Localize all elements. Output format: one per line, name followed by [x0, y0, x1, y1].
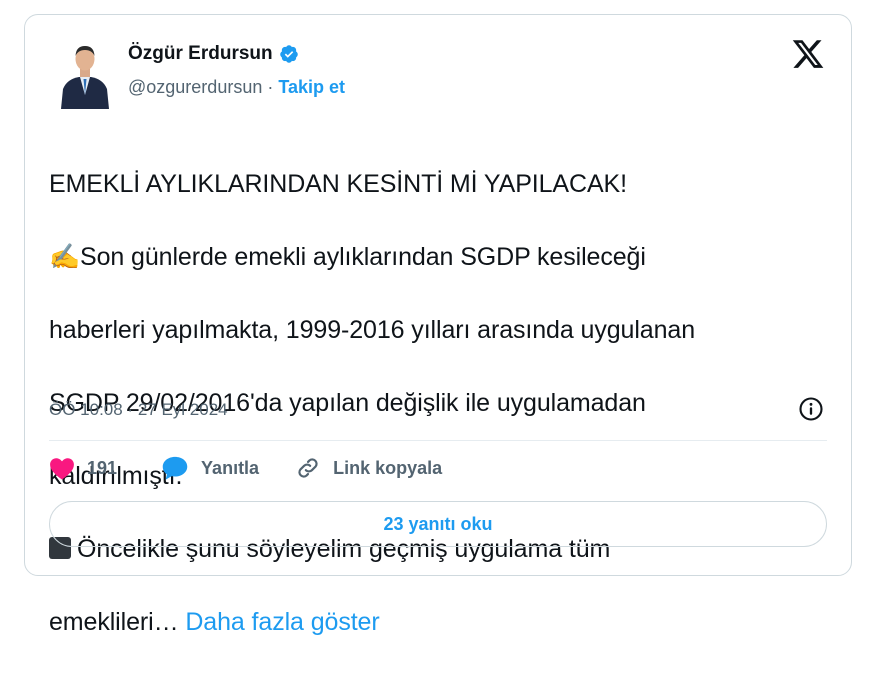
avatar[interactable]	[59, 37, 111, 109]
tweet-line: haberleri yapılmakta, 1999-2016 yılları …	[49, 315, 695, 344]
tweet-line-text: emeklileri…	[49, 607, 179, 636]
tweet-line: emeklileri… Daha fazla göster	[49, 604, 839, 641]
tweet-line: ✍️Son günlerde emekli aylıklarından SGDP…	[49, 239, 839, 276]
divider	[49, 440, 827, 441]
heart-icon	[49, 456, 75, 480]
link-icon	[295, 455, 321, 481]
tweet-line: EMEKLİ AYLIKLARINDAN KESİNTİ Mİ YAPILACA…	[49, 169, 627, 198]
author-handle[interactable]: @ozgurerdursun	[128, 77, 262, 98]
copy-link-button[interactable]: Link kopyala	[295, 455, 442, 481]
like-count: 191	[87, 457, 118, 478]
tweet-card: Özgür Erdursun @ozgurerdursun · Takip et…	[24, 14, 852, 636]
separator-dot: ·	[267, 77, 274, 97]
reply-button[interactable]: Yanıtla	[161, 455, 259, 481]
reply-label: Yanıtla	[201, 457, 260, 478]
handle-row: @ozgurerdursun · Takip et	[128, 77, 345, 98]
timestamp[interactable]: ÖÖ 10:08 · 27 Eyl 2024	[49, 400, 228, 420]
read-replies-button[interactable]: 23 yanıtı oku	[49, 501, 827, 547]
writing-hand-icon: ✍️	[49, 242, 81, 271]
like-button[interactable]: 191	[49, 456, 117, 480]
reply-bubble-icon	[161, 455, 189, 481]
copy-link-label: Link kopyala	[333, 457, 443, 478]
author-name-row: Özgür Erdursun	[128, 43, 299, 65]
show-more-link[interactable]: Daha fazla göster	[185, 608, 379, 636]
verified-badge-icon	[279, 44, 299, 64]
action-bar: 191 Yanıtla Link kopyala	[49, 455, 442, 481]
tweet-line-text: Son günlerde emekli aylıklarından SGDP k…	[80, 242, 646, 271]
follow-button[interactable]: Takip et	[278, 77, 345, 98]
info-icon[interactable]	[797, 395, 825, 423]
author-name[interactable]: Özgür Erdursun	[128, 43, 273, 65]
x-logo-icon[interactable]	[791, 37, 825, 71]
